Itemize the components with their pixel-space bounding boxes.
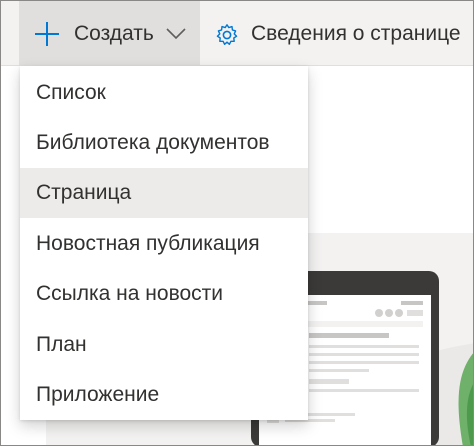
page-details-label: Сведения о странице — [251, 22, 461, 45]
new-button-label: Создать — [74, 22, 154, 45]
plus-icon — [35, 22, 59, 46]
menu-item-news-link[interactable]: Ссылка на новости — [20, 269, 308, 319]
menu-item-page[interactable]: Страница — [20, 168, 308, 218]
new-dropdown-menu: Список Библиотека документов Страница Но… — [20, 66, 308, 420]
menu-item-app[interactable]: Приложение — [20, 370, 308, 420]
menu-item-document-library[interactable]: Библиотека документов — [20, 118, 308, 168]
menu-item-plan[interactable]: План — [20, 320, 308, 370]
menu-item-list[interactable]: Список — [20, 68, 308, 118]
page-details-button[interactable]: Сведения о странице — [211, 1, 473, 65]
new-button[interactable]: Создать — [19, 1, 200, 65]
plant-illustration — [458, 353, 473, 445]
window-frame: Создать Сведения о странице Список Библи… — [0, 0, 474, 446]
gear-icon — [216, 24, 238, 45]
menu-item-news-post[interactable]: Новостная публикация — [20, 219, 308, 269]
command-bar: Создать Сведения о странице — [1, 1, 473, 66]
chevron-down-icon — [166, 28, 186, 40]
